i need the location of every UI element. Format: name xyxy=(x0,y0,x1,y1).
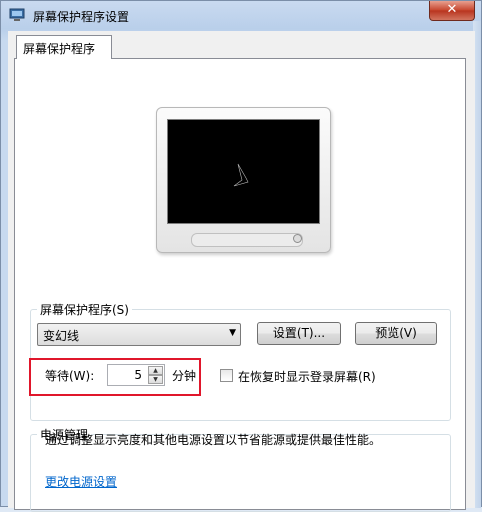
spin-up-icon[interactable]: ▲ xyxy=(148,366,163,375)
dialog-client-area: 屏幕保护程序 屏幕保护程序(S) 变幻线 ▼ 设置(T)... 预览(V) 电源… xyxy=(8,31,475,512)
power-led-icon xyxy=(293,234,302,243)
resume-login-label[interactable]: 在恢复时显示登录屏幕(R) xyxy=(238,368,376,385)
close-icon: ✕ xyxy=(446,2,458,17)
minutes-label: 分钟 xyxy=(172,369,197,383)
mystify-preview-graphic xyxy=(233,163,249,187)
spin-down-icon[interactable]: ▼ xyxy=(148,375,163,384)
window-title: 屏幕保护程序设置 xyxy=(33,10,130,24)
screensaver-selected-value: 变幻线 xyxy=(43,329,80,343)
monitor-preview xyxy=(156,107,331,253)
settings-button[interactable]: 设置(T)... xyxy=(257,322,341,345)
resume-login-checkbox[interactable] xyxy=(220,369,233,382)
title-bar[interactable]: 屏幕保护程序设置 ✕ xyxy=(1,1,481,31)
preview-screen xyxy=(167,119,320,224)
tab-screensaver[interactable]: 屏幕保护程序 xyxy=(16,35,112,59)
screensaver-settings-window: 屏幕保护程序设置 ✕ 屏幕保护程序 屏幕保护程序(S) 变幻线 ▼ 设置(T).… xyxy=(0,0,482,512)
power-description: 通过调整显示亮度和其他电源设置以节省能源或提供最佳性能。 xyxy=(45,433,382,447)
screensaver-select[interactable]: 变幻线 ▼ xyxy=(37,323,241,346)
monitor-settings-icon xyxy=(9,8,25,22)
chevron-down-icon: ▼ xyxy=(229,328,236,338)
wait-minutes-stepper[interactable]: 5 ▲ ▼ xyxy=(107,364,165,386)
change-power-settings-link[interactable]: 更改电源设置 xyxy=(45,473,117,490)
monitor-base xyxy=(191,233,303,247)
wait-minutes-value: 5 xyxy=(134,368,142,382)
screensaver-group-label: 屏幕保护程序(S) xyxy=(37,301,132,318)
close-button[interactable]: ✕ xyxy=(429,1,475,21)
preview-button[interactable]: 预览(V) xyxy=(355,322,437,345)
wait-label: 等待(W): xyxy=(45,369,95,383)
